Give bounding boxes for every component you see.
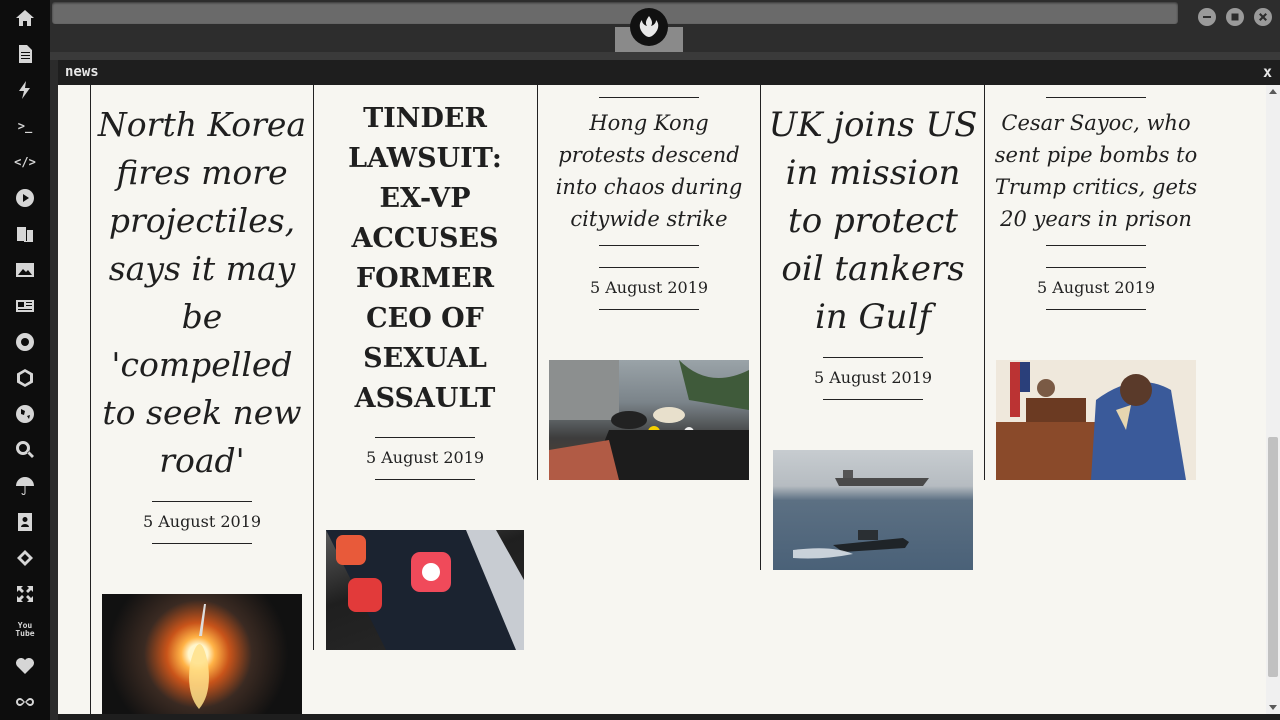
divider: [1046, 97, 1146, 98]
column-divider: [984, 85, 985, 480]
close-app-button[interactable]: [1254, 8, 1272, 26]
divider: [152, 543, 252, 544]
umbrella-icon[interactable]: [13, 474, 37, 498]
divider: [1046, 267, 1146, 268]
youtube-icon[interactable]: You Tube: [13, 618, 37, 642]
search-icon[interactable]: [13, 438, 37, 462]
top-bar-divider: [50, 52, 1280, 60]
window-titlebar: news x: [58, 60, 1280, 85]
divider: [375, 479, 475, 480]
globe-icon[interactable]: [13, 402, 37, 426]
divider: [599, 267, 699, 268]
news-window: news x North Korea fires more projectile…: [58, 60, 1280, 720]
translate-icon[interactable]: [13, 222, 37, 246]
top-bar: [50, 0, 1280, 52]
article-headline[interactable]: TINDER LAWSUIT: EX-VP ACCUSES FORMER CEO…: [319, 99, 531, 419]
hong-kong-protest-photo[interactable]: [549, 360, 749, 480]
window-bottom-edge: [58, 714, 1280, 720]
divider: [823, 399, 923, 400]
article-headline[interactable]: Hong Kong protests descend into chaos du…: [543, 107, 755, 235]
play-icon[interactable]: [13, 186, 37, 210]
divider: [599, 245, 699, 246]
heart-icon[interactable]: [13, 654, 37, 678]
document-icon[interactable]: [13, 42, 37, 66]
window-close-button[interactable]: x: [1263, 63, 1272, 81]
newspaper-icon[interactable]: [13, 294, 37, 318]
terminal-icon[interactable]: >_: [13, 114, 37, 138]
rebel-logo-icon[interactable]: [630, 8, 668, 46]
article-headline[interactable]: North Korea fires more projectiles, says…: [96, 101, 308, 485]
column-divider: [760, 85, 761, 570]
infinity-icon[interactable]: [13, 690, 37, 714]
youtube-label: You Tube: [15, 621, 35, 638]
column-divider: [90, 85, 91, 714]
minimize-button[interactable]: [1198, 8, 1216, 26]
article-date: 5 August 2019: [1036, 278, 1156, 297]
vertical-scrollbar[interactable]: [1266, 85, 1280, 714]
divider: [1046, 245, 1146, 246]
contacts-icon[interactable]: [13, 510, 37, 534]
tinder-app-phone-photo[interactable]: [326, 530, 524, 650]
rebel-icon[interactable]: [13, 330, 37, 354]
address-bar[interactable]: [52, 2, 1178, 24]
code-label: </>: [14, 155, 36, 169]
divider: [823, 357, 923, 358]
window-title: news: [65, 64, 99, 80]
home-icon[interactable]: [13, 6, 37, 30]
article-headline[interactable]: Cesar Sayoc, who sent pipe bombs to Trum…: [990, 107, 1202, 235]
article-date: 5 August 2019: [589, 278, 709, 297]
article-date: 5 August 2019: [365, 448, 485, 467]
divider: [599, 309, 699, 310]
scroll-up-arrow-icon[interactable]: [1269, 89, 1277, 94]
hexagon-icon[interactable]: [13, 366, 37, 390]
divider: [375, 437, 475, 438]
news-feed: North Korea fires more projectiles, says…: [58, 85, 1266, 714]
courtroom-sketch[interactable]: [996, 360, 1196, 480]
article-date: 5 August 2019: [813, 368, 933, 387]
expand-icon[interactable]: [13, 582, 37, 606]
divider: [1046, 309, 1146, 310]
code-icon[interactable]: </>: [13, 150, 37, 174]
article-headline[interactable]: UK joins US in mission to protect oil ta…: [767, 101, 979, 341]
terminal-label: >_: [17, 119, 33, 133]
article-date: 5 August 2019: [142, 512, 262, 531]
column-divider: [313, 85, 314, 650]
app-dock: >_ </> You Tube: [0, 0, 50, 720]
image-icon[interactable]: [13, 258, 37, 282]
scroll-down-arrow-icon[interactable]: [1269, 705, 1277, 710]
oil-tanker-gulf-photo[interactable]: [773, 450, 973, 570]
lightning-icon[interactable]: [13, 78, 37, 102]
column-divider: [537, 85, 538, 480]
scrollbar-thumb[interactable]: [1268, 437, 1278, 677]
missile-launch-photo[interactable]: [102, 594, 302, 714]
divider: [599, 97, 699, 98]
diamond-code-icon[interactable]: [13, 546, 37, 570]
divider: [152, 501, 252, 502]
maximize-button[interactable]: [1226, 8, 1244, 26]
